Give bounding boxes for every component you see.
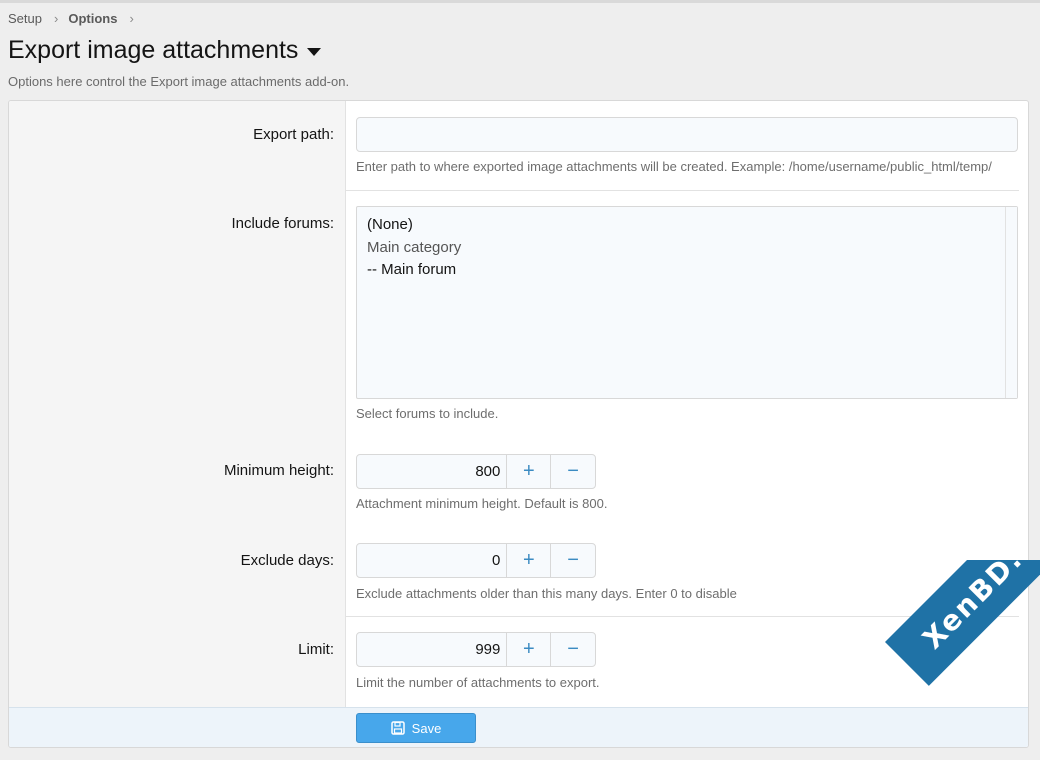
- page-description: Options here control the Export image at…: [8, 74, 350, 89]
- breadcrumb: Setup › Options ›: [8, 11, 144, 26]
- exclude-days-input[interactable]: 0: [357, 544, 508, 577]
- forum-group-main-category: Main category: [367, 239, 462, 256]
- plus-icon[interactable]: +: [507, 633, 552, 666]
- limit-stepper: 999 + −: [356, 632, 596, 667]
- include-forums-select[interactable]: (None) Main category -- Main forum: [356, 206, 1018, 399]
- breadcrumb-options[interactable]: Options: [68, 11, 117, 26]
- min-height-input[interactable]: 800: [357, 455, 508, 488]
- plus-icon[interactable]: +: [507, 455, 552, 488]
- export-path-hint: Enter path to where exported image attac…: [356, 159, 992, 174]
- export-path-input[interactable]: [356, 117, 1018, 152]
- watermark-text: XenBD.Com: [915, 560, 1040, 656]
- exclude-days-stepper: 0 + −: [356, 543, 596, 578]
- include-forums-hint: Select forums to include.: [356, 406, 499, 421]
- save-button[interactable]: Save: [356, 713, 476, 743]
- exclude-days-label: Exclude days:: [240, 552, 334, 569]
- limit-input[interactable]: 999: [357, 633, 508, 666]
- divider: [346, 190, 1019, 191]
- top-border: [0, 0, 1040, 3]
- watermark-band: XenBD.Com: [885, 560, 1040, 686]
- scrollbar[interactable]: [1005, 207, 1017, 398]
- chevron-right-icon: ›: [53, 11, 59, 26]
- breadcrumb-setup[interactable]: Setup: [8, 11, 42, 26]
- plus-icon[interactable]: +: [507, 544, 552, 577]
- limit-label: Limit:: [298, 641, 334, 658]
- min-height-label: Minimum height:: [223, 462, 334, 479]
- caret-down-icon[interactable]: [307, 48, 322, 56]
- include-forums-label: Include forums:: [231, 215, 334, 232]
- watermark: XenBD.Com: [840, 560, 1040, 760]
- forum-option-none[interactable]: (None): [367, 216, 413, 233]
- min-height-hint: Attachment minimum height. Default is 80…: [356, 496, 608, 511]
- minus-icon[interactable]: −: [551, 633, 595, 666]
- floppy-disk-icon: [390, 721, 405, 735]
- forum-option-main-forum[interactable]: -- Main forum: [367, 261, 456, 278]
- chevron-right-icon: ›: [129, 11, 134, 26]
- export-path-label: Export path:: [253, 126, 334, 143]
- save-button-label: Save: [411, 720, 442, 736]
- min-height-stepper: 800 + −: [356, 454, 596, 489]
- limit-hint: Limit the number of attachments to expor…: [356, 675, 600, 690]
- minus-icon[interactable]: −: [551, 455, 595, 488]
- minus-icon[interactable]: −: [551, 544, 595, 577]
- label-column: [9, 101, 346, 707]
- exclude-days-hint: Exclude attachments older than this many…: [356, 586, 737, 601]
- title-row: Export image attachments: [8, 36, 322, 65]
- page-title: Export image attachments: [8, 36, 299, 64]
